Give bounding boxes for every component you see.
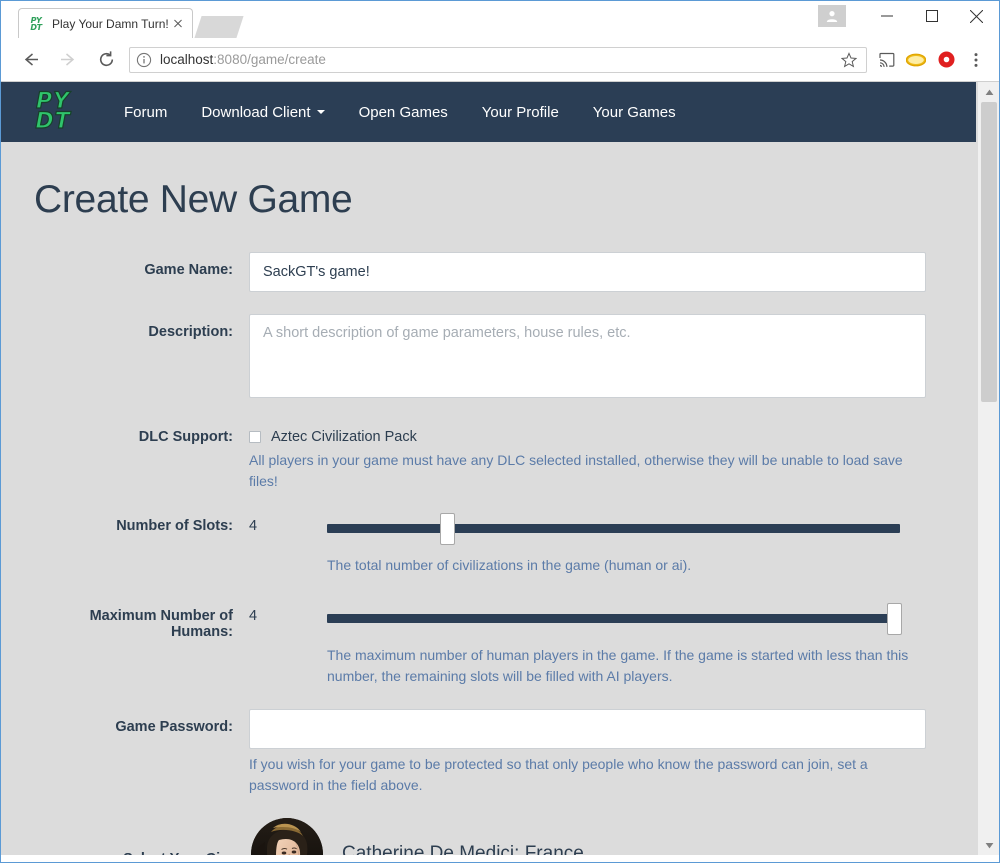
max-humans-slider[interactable] [327, 598, 926, 640]
reload-icon[interactable] [91, 45, 121, 75]
extension-icon[interactable] [901, 45, 931, 75]
logo-line-2: DT [35, 109, 71, 134]
browser-tab[interactable]: PY DT Play Your Damn Turn! [18, 8, 193, 38]
number-of-slots-control: The total number of civilizations in the… [327, 508, 952, 576]
page-content: Create New Game Game Name: Description: [1, 178, 976, 855]
maximize-icon[interactable] [909, 2, 954, 30]
max-humans-control: The maximum number of human players in t… [327, 598, 952, 687]
scroll-up-icon[interactable] [978, 82, 999, 102]
number-of-slots-value: 4 [249, 518, 258, 534]
game-name-control [249, 252, 952, 292]
form-row-number-of-slots: Number of Slots: 4 The total number of c… [25, 508, 952, 576]
nav-link-open-games-label: Open Games [358, 103, 448, 121]
forward-arrow-icon [53, 45, 83, 75]
form-row-game-password: Game Password: If you wish for your game… [25, 709, 952, 796]
aztec-dlc-checkbox[interactable] [249, 431, 261, 443]
game-password-label: Game Password: [115, 719, 233, 735]
description-label: Description: [148, 324, 233, 340]
bookmark-star-icon[interactable] [838, 49, 860, 71]
slider-handle[interactable] [439, 513, 455, 545]
record-icon[interactable] [931, 45, 961, 75]
game-name-label: Game Name: [144, 262, 233, 278]
chevron-down-icon [316, 110, 325, 114]
number-of-slots-slider[interactable] [327, 508, 926, 550]
favicon-line-2: DT [30, 22, 42, 32]
cast-icon[interactable] [871, 45, 901, 75]
slider-track[interactable] [327, 524, 900, 533]
game-password-control: If you wish for your game to be protecte… [249, 709, 952, 796]
close-icon[interactable] [170, 16, 186, 32]
description-control [249, 314, 952, 403]
dlc-checkbox-row[interactable]: Aztec Civilization Pack [249, 419, 926, 445]
browser-window: PY DT Play Your Damn Turn! localhost:808… [0, 0, 1000, 863]
nav-link-your-profile-label: Your Profile [481, 103, 559, 121]
new-tab-icon[interactable] [194, 16, 244, 38]
site-navbar: PY DT Forum Download Client Open Games Y… [1, 82, 976, 142]
nav-link-download-client[interactable]: Download Client [184, 82, 341, 142]
nav-link-forum[interactable]: Forum [107, 82, 184, 142]
game-name-input[interactable] [249, 252, 926, 292]
civ-name[interactable]: Catherine De Medici: France [342, 843, 584, 855]
form-row-dlc: DLC Support: Aztec Civilization Pack All… [25, 419, 952, 492]
dlc-control: Aztec Civilization Pack All players in y… [249, 419, 952, 492]
form-row-game-name: Game Name: [25, 252, 952, 292]
max-humans-label: Maximum Number of Humans: [89, 608, 233, 640]
url-text: localhost:8080/game/create [160, 52, 838, 67]
select-civ-control: Catherine De Medici: France [249, 818, 952, 855]
nav-link-open-games[interactable]: Open Games [342, 82, 465, 142]
tab-title: Play Your Damn Turn! [52, 16, 169, 31]
form-row-max-humans: Maximum Number of Humans: 4 The maximum … [25, 598, 952, 687]
page-viewport: PY DT Forum Download Client Open Games Y… [1, 82, 999, 855]
max-humans-help-text: The maximum number of human players in t… [327, 647, 909, 684]
game-password-help-text: If you wish for your game to be protecte… [249, 756, 868, 793]
page-info-icon[interactable] [136, 52, 152, 68]
scroll-down-icon[interactable] [978, 835, 999, 855]
slider-handle[interactable] [886, 603, 902, 635]
number-of-slots-help-text: The total number of civilizations in the… [327, 557, 692, 573]
profile-avatar-icon[interactable] [818, 5, 846, 27]
game-password-input[interactable] [249, 709, 926, 749]
nav-link-your-profile[interactable]: Your Profile [465, 82, 576, 142]
address-bar[interactable]: localhost:8080/game/create [129, 46, 867, 73]
form-row-description: Description: [25, 314, 952, 403]
toolbar-extensions [871, 45, 991, 75]
three-dot-menu-icon[interactable] [961, 45, 991, 75]
web-page: PY DT Forum Download Client Open Games Y… [1, 82, 976, 855]
number-of-slots-label: Number of Slots: [116, 518, 233, 534]
form-row-select-civ: Select Your Civ: [25, 818, 952, 855]
site-logo[interactable]: PY DT [29, 90, 77, 134]
dlc-help-text: All players in your game must have any D… [249, 452, 903, 489]
page-scrollbar[interactable] [977, 82, 999, 855]
nav-link-download-client-label: Download Client [201, 103, 311, 121]
select-civ-label: Select Your Civ: [25, 841, 249, 855]
page-title: Create New Game [34, 178, 353, 221]
scrollbar-thumb[interactable] [981, 102, 997, 402]
nav-link-your-games-label: Your Games [592, 103, 676, 121]
dlc-label: DLC Support: [138, 429, 233, 445]
window-close-icon[interactable] [954, 2, 999, 30]
browser-toolbar: localhost:8080/game/create [1, 38, 999, 82]
minimize-icon[interactable] [864, 2, 909, 30]
max-humans-value: 4 [249, 608, 258, 624]
description-textarea[interactable] [249, 314, 926, 398]
nav-link-forum-label: Forum [124, 103, 168, 121]
tab-strip: PY DT Play Your Damn Turn! [1, 1, 999, 38]
civ-leader-portrait[interactable] [251, 818, 323, 855]
aztec-dlc-label[interactable]: Aztec Civilization Pack [271, 429, 417, 445]
url-host: localhost [160, 52, 214, 67]
pydt-logo-icon: PY DT [28, 16, 44, 32]
nav-link-your-games[interactable]: Your Games [576, 82, 693, 142]
slider-track[interactable] [327, 614, 900, 623]
window-controls [818, 1, 999, 31]
back-arrow-icon[interactable] [15, 45, 45, 75]
url-path: :8080/game/create [213, 52, 326, 67]
